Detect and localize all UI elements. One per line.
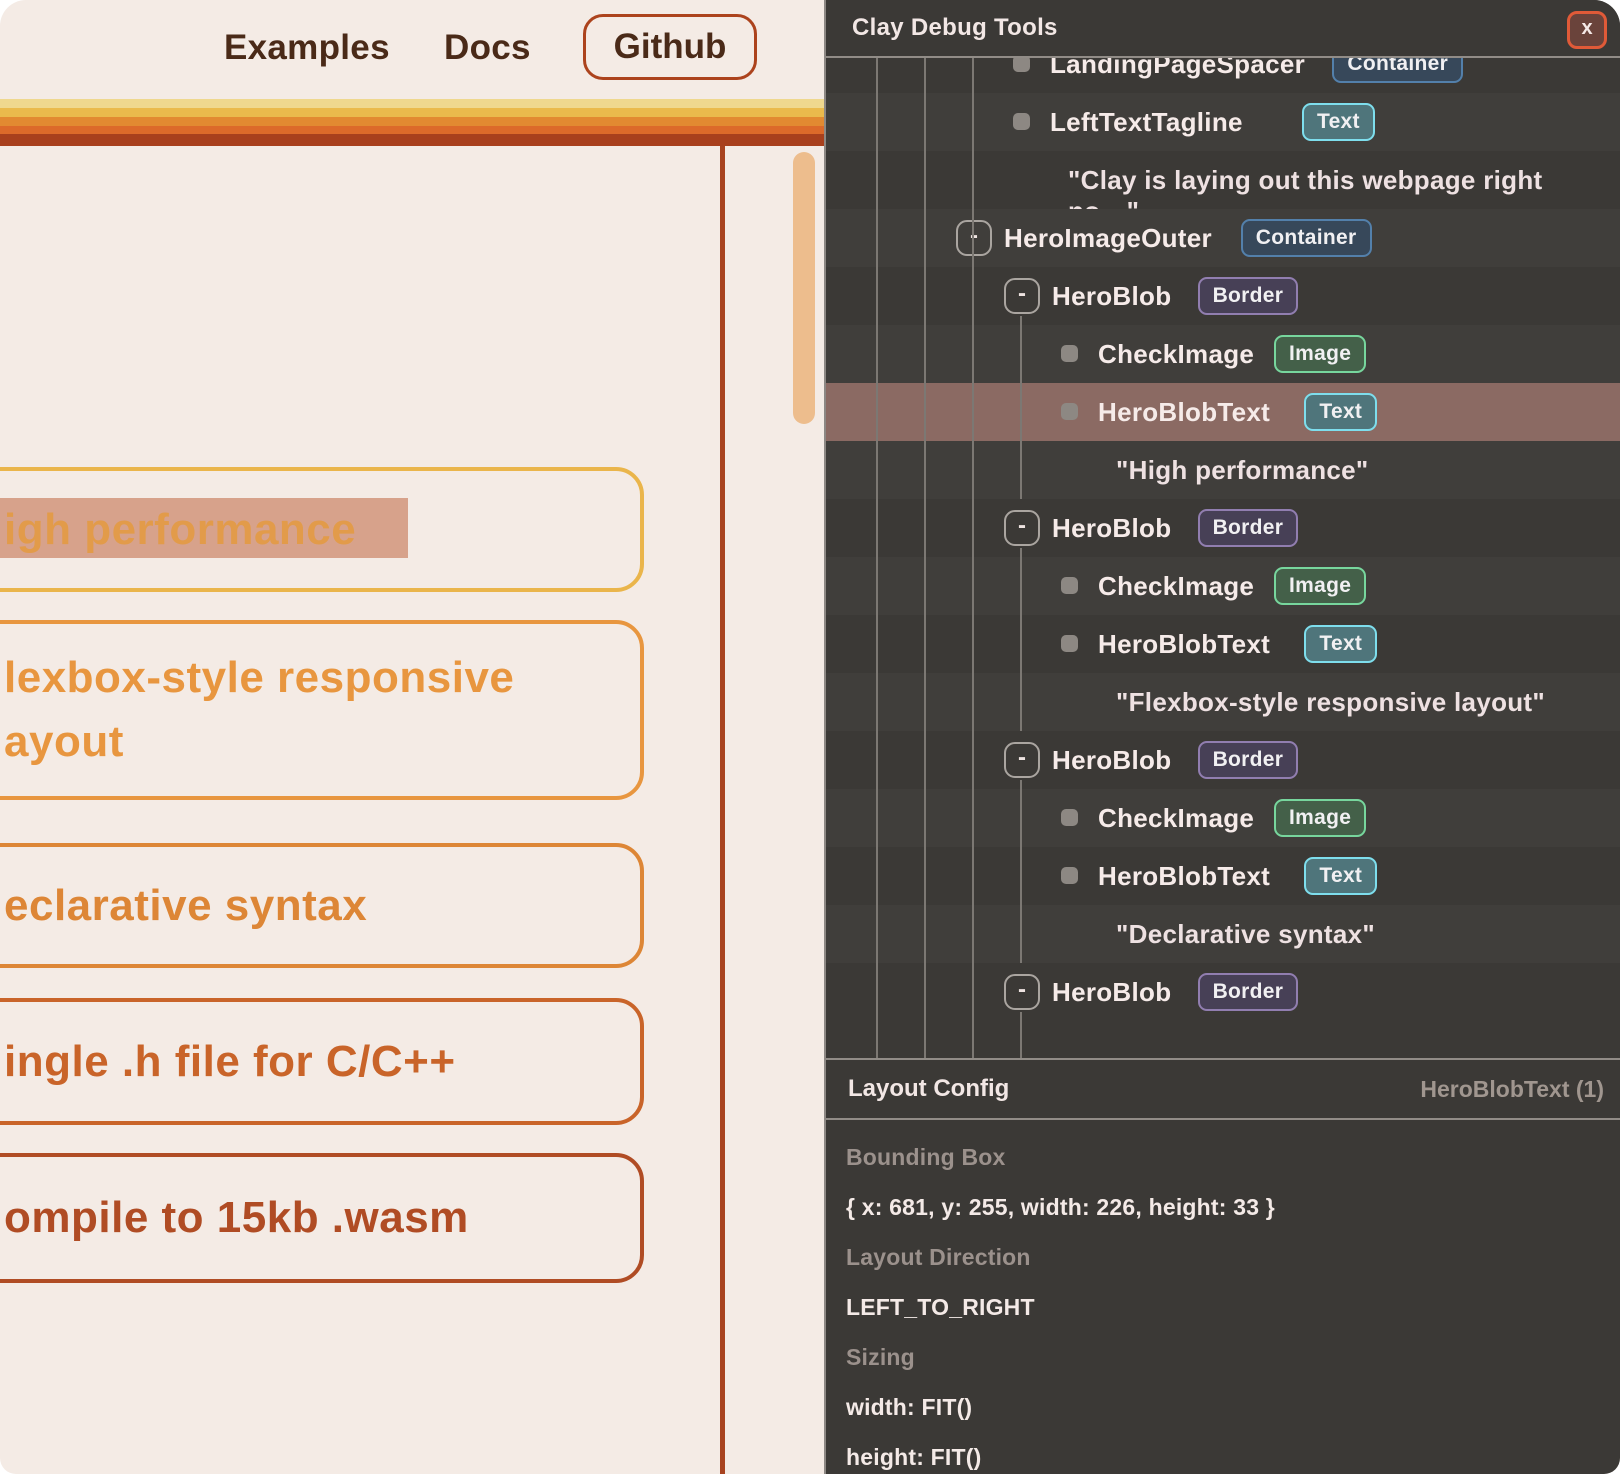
element-tree: LandingPageSpacerContainerLeftTextTaglin…: [826, 0, 1620, 1058]
close-button[interactable]: x: [1567, 11, 1607, 49]
feature-box: ompile to 15kb .wasm: [0, 1153, 644, 1283]
collapse-toggle[interactable]: -: [1004, 278, 1040, 314]
layout-config-body: Bounding Box{ x: 681, y: 255, width: 226…: [846, 1132, 1586, 1474]
element-type-badge: Text: [1302, 103, 1375, 141]
element-type-badge: Border: [1198, 509, 1299, 547]
element-bullet-icon: [1013, 113, 1030, 130]
app-window: Examples Docs Github igh performance lexb…: [0, 0, 1620, 1474]
tree-row[interactable]: "Declarative syntax": [826, 905, 1620, 963]
element-name: HeroBlobText: [1098, 861, 1270, 892]
page-scrollbar-thumb[interactable]: [793, 152, 815, 424]
tree-row[interactable]: HeroBlobText Text: [826, 383, 1620, 441]
tree-row[interactable]: -HeroBlob Border: [826, 267, 1620, 325]
element-type-badge: Image: [1274, 567, 1366, 605]
tree-row[interactable]: "Flexbox-style responsive layout": [826, 673, 1620, 731]
feature-box: eclarative syntax: [0, 843, 644, 968]
config-field-value: width: FIT(): [846, 1382, 1586, 1432]
element-type-badge: Text: [1304, 393, 1377, 431]
tree-row[interactable]: CheckImage Image: [826, 557, 1620, 615]
tree-row[interactable]: HeroBlobText Text: [826, 847, 1620, 905]
tree-guide-line: [1020, 1012, 1022, 1058]
element-name: CheckImage: [1098, 339, 1254, 370]
config-field-label: Sizing: [846, 1332, 1586, 1382]
feature-box: lexbox-style responsive ayout: [0, 620, 644, 800]
tree-guide-line: [876, 58, 878, 1058]
element-name: HeroBlob: [1052, 281, 1171, 312]
nav-link-docs[interactable]: Docs: [444, 28, 531, 68]
config-field-value: LEFT_TO_RIGHT: [846, 1282, 1586, 1332]
config-field-label: Bounding Box: [846, 1132, 1586, 1182]
element-bullet-icon: [1061, 635, 1078, 652]
feature-box-text: ingle .h file for C/C++: [4, 1030, 456, 1094]
config-field-value: height: FIT(): [846, 1432, 1586, 1474]
element-bullet-icon: [1061, 577, 1078, 594]
element-name: CheckImage: [1098, 571, 1254, 602]
tree-row[interactable]: -HeroBlob Border: [826, 963, 1620, 1021]
tree-row[interactable]: HeroBlobText Text: [826, 615, 1620, 673]
github-button[interactable]: Github: [583, 14, 757, 80]
element-type-badge: Border: [1198, 277, 1299, 315]
element-bullet-icon: [1061, 809, 1078, 826]
debug-panel-header: Clay Debug Tools: [826, 0, 1620, 58]
tree-row[interactable]: -HeroImageOuter Container: [826, 209, 1620, 267]
element-type-badge: Border: [1198, 973, 1299, 1011]
element-type-badge: Container: [1241, 219, 1372, 257]
debug-panel-title: Clay Debug Tools: [852, 14, 1058, 42]
tree-guide-line: [972, 58, 974, 1058]
element-name: CheckImage: [1098, 803, 1254, 834]
collapse-toggle[interactable]: -: [956, 220, 992, 256]
collapse-toggle[interactable]: -: [1004, 510, 1040, 546]
element-bullet-icon: [1061, 403, 1078, 420]
tree-row[interactable]: "High performance": [826, 441, 1620, 499]
tree-guide-line: [1020, 780, 1022, 963]
feature-box-text: ompile to 15kb .wasm: [4, 1186, 469, 1250]
tree-row[interactable]: CheckImage Image: [826, 789, 1620, 847]
element-name: HeroBlob: [1052, 977, 1171, 1008]
feature-box-text: igh performance: [4, 498, 356, 562]
element-type-badge: Border: [1198, 741, 1299, 779]
selected-element-label: HeroBlobText (1): [1420, 1076, 1604, 1103]
element-bullet-icon: [1061, 867, 1078, 884]
element-name: HeroBlob: [1052, 745, 1171, 776]
feature-box-text: eclarative syntax: [4, 874, 367, 938]
element-name: HeroImageOuter: [1004, 223, 1212, 254]
element-name: HeroBlobText: [1098, 397, 1270, 428]
feature-box: ingle .h file for C/C++: [0, 998, 644, 1125]
collapse-toggle[interactable]: -: [1004, 742, 1040, 778]
collapse-toggle[interactable]: -: [1004, 974, 1040, 1010]
nav-link-examples[interactable]: Examples: [224, 28, 390, 68]
tree-row[interactable]: "Clay is laying out this webpage right n…: [826, 151, 1620, 209]
content-divider: [720, 146, 725, 1474]
config-field-value: { x: 681, y: 255, width: 226, height: 33…: [846, 1182, 1586, 1232]
text-content-quote: "High performance": [1116, 455, 1369, 486]
tree-row[interactable]: LeftTextTagline Text: [826, 93, 1620, 151]
element-name: LeftTextTagline: [1050, 107, 1243, 138]
tree-row[interactable]: CheckImage Image: [826, 325, 1620, 383]
element-name: HeroBlob: [1052, 513, 1171, 544]
element-type-badge: Image: [1274, 799, 1366, 837]
layout-config-title: Layout Config: [848, 1075, 1009, 1103]
element-type-badge: Image: [1274, 335, 1366, 373]
element-type-badge: Text: [1304, 625, 1377, 663]
config-field-label: Layout Direction: [846, 1232, 1586, 1282]
layout-config-header: Layout Config HeroBlobText (1): [826, 1058, 1620, 1120]
feature-box: igh performance: [0, 467, 644, 592]
text-content-quote: "Flexbox-style responsive layout": [1116, 687, 1545, 718]
tree-row[interactable]: -HeroBlob Border: [826, 499, 1620, 557]
element-type-badge: Text: [1304, 857, 1377, 895]
text-content-quote: "Declarative syntax": [1116, 919, 1375, 950]
element-name: HeroBlobText: [1098, 629, 1270, 660]
tree-guide-line: [1020, 316, 1022, 499]
element-bullet-icon: [1061, 345, 1078, 362]
tree-guide-line: [924, 58, 926, 1058]
feature-box-text: lexbox-style responsive ayout: [4, 646, 514, 774]
tree-guide-line: [1020, 548, 1022, 731]
debug-panel: LandingPageSpacerContainerLeftTextTaglin…: [824, 0, 1620, 1474]
tree-row[interactable]: -HeroBlob Border: [826, 731, 1620, 789]
